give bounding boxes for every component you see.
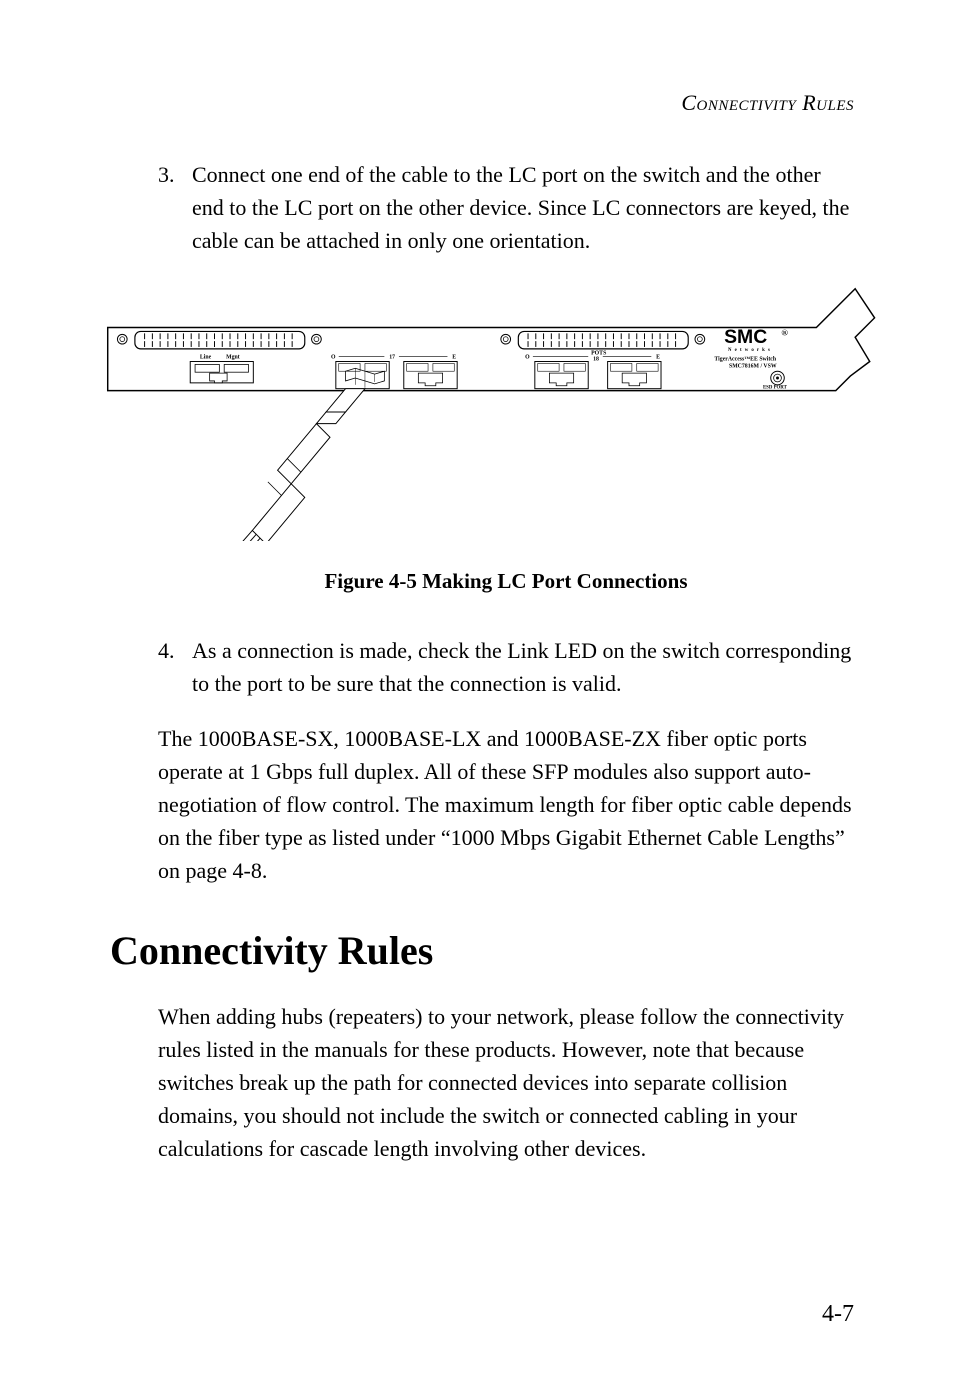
label-e2: E <box>656 355 660 361</box>
switch-diagram: Line Mgnt O 17 E <box>98 279 894 541</box>
label-17: 17 <box>389 355 395 361</box>
label-mgnt: Mgnt <box>226 355 240 361</box>
label-o1: O <box>331 355 336 361</box>
product-line-1: TigerAccess™EE Switch <box>714 357 776 363</box>
page-number: 4-7 <box>822 1301 854 1328</box>
label-18: 18 <box>593 357 599 363</box>
paragraph: The 1000BASE-SX, 1000BASE-LX and 1000BAS… <box>158 722 854 887</box>
list-item-3: 3. Connect one end of the cable to the L… <box>158 158 854 257</box>
list-number: 4. <box>158 634 192 700</box>
figure-caption: Figure 4-5 Making LC Port Connections <box>158 569 854 594</box>
running-header: Connectivity Rules <box>110 90 854 116</box>
figure-container: Line Mgnt O 17 E <box>98 279 894 541</box>
brand-sub: N e t w o r k s <box>728 348 771 353</box>
list-item-4: 4. As a connection is made, check the Li… <box>158 634 854 700</box>
list-text: As a connection is made, check the Link … <box>192 634 854 700</box>
list-number: 3. <box>158 158 192 257</box>
label-o2: O <box>525 355 530 361</box>
label-esd: ESD PORT <box>763 386 788 391</box>
label-e1: E <box>452 355 456 361</box>
paragraph: When adding hubs (repeaters) to your net… <box>158 1000 854 1165</box>
product-line-2: SMC7816M / VSW <box>729 363 777 369</box>
list-text: Connect one end of the cable to the LC p… <box>192 158 854 257</box>
brand-logo: SMC <box>724 326 767 348</box>
label-line: Line <box>200 355 212 361</box>
section-heading: Connectivity Rules <box>110 927 854 974</box>
svg-text:®: ® <box>781 327 788 337</box>
